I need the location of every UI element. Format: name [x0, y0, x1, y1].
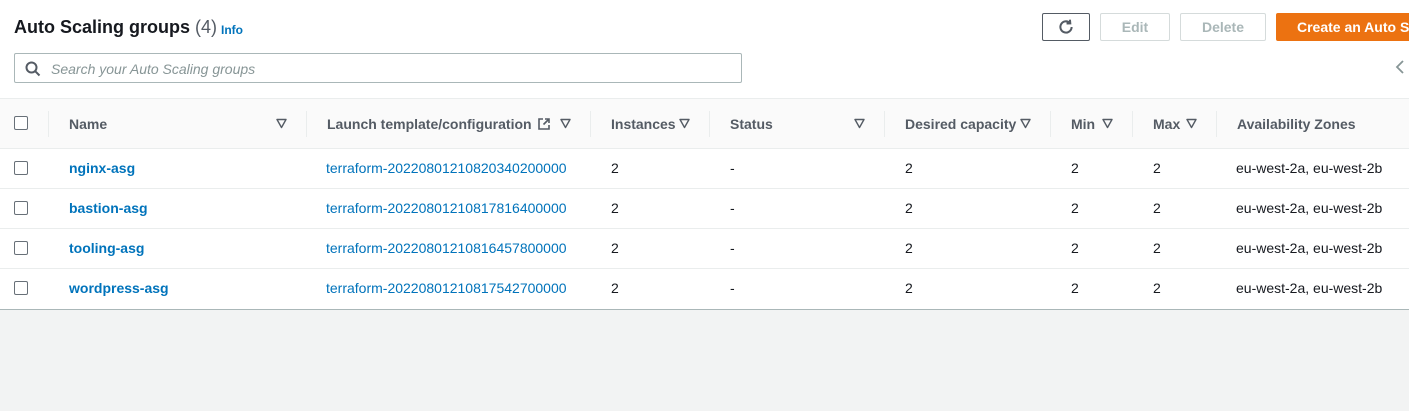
desired-capacity-cell: 2 — [905, 280, 913, 296]
sort-icon[interactable] — [276, 118, 287, 129]
max-cell: 2 — [1153, 280, 1161, 296]
max-cell: 2 — [1153, 200, 1161, 216]
desired-capacity-cell: 2 — [905, 160, 913, 176]
row-checkbox[interactable] — [14, 241, 28, 255]
column-divider — [709, 111, 710, 137]
column-divider — [306, 111, 307, 137]
column-header-name[interactable]: Name — [69, 99, 107, 148]
previous-page-button[interactable] — [1394, 59, 1406, 80]
column-header-launch-template-label: Launch template/configuration — [327, 115, 532, 132]
max-cell: 2 — [1153, 160, 1161, 176]
row-checkbox[interactable] — [14, 201, 28, 215]
external-link-icon — [537, 117, 550, 130]
column-header-instances[interactable]: Instances — [611, 99, 676, 148]
asg-name-link[interactable]: wordpress-asg — [69, 268, 169, 308]
launch-template-link[interactable]: terraform-20220801210817542700000 — [326, 268, 567, 308]
sort-icon[interactable] — [854, 118, 865, 129]
column-header-max[interactable]: Max — [1153, 99, 1180, 148]
sort-icon[interactable] — [1020, 118, 1031, 129]
sort-icon[interactable] — [1102, 118, 1113, 129]
table-row[interactable]: bastion-asg terraform-202208012108178164… — [0, 188, 1409, 229]
instances-cell: 2 — [611, 160, 619, 176]
asg-name-link[interactable]: bastion-asg — [69, 188, 148, 228]
column-divider — [48, 111, 49, 137]
min-cell: 2 — [1071, 200, 1079, 216]
launch-template-link[interactable]: terraform-20220801210817816400000 — [326, 188, 567, 228]
table-row[interactable]: nginx-asg terraform-20220801210820340200… — [0, 148, 1409, 189]
launch-template-link[interactable]: terraform-20220801210816457800000 — [326, 228, 567, 268]
availability-zones-cell: eu-west-2a, eu-west-2b — [1236, 200, 1383, 216]
search-icon — [25, 61, 41, 77]
min-cell: 2 — [1071, 280, 1079, 296]
instances-cell: 2 — [611, 240, 619, 256]
sort-icon[interactable] — [560, 118, 571, 129]
launch-template-link[interactable]: terraform-20220801210820340200000 — [326, 148, 567, 188]
availability-zones-cell: eu-west-2a, eu-west-2b — [1236, 240, 1383, 256]
info-link[interactable]: Info — [221, 23, 243, 37]
row-checkbox[interactable] — [14, 281, 28, 295]
column-divider — [884, 111, 885, 137]
column-divider — [1216, 111, 1217, 137]
max-cell: 2 — [1153, 240, 1161, 256]
column-divider — [1132, 111, 1133, 137]
instances-cell: 2 — [611, 280, 619, 296]
table-row[interactable]: wordpress-asg terraform-2022080121081754… — [0, 268, 1409, 308]
desired-capacity-cell: 2 — [905, 200, 913, 216]
min-cell: 2 — [1071, 160, 1079, 176]
delete-button[interactable]: Delete — [1180, 13, 1266, 41]
auto-scaling-groups-panel: Auto Scaling groups (4) Info Edit Delete… — [0, 0, 1409, 310]
edit-button[interactable]: Edit — [1100, 13, 1170, 41]
group-count: (4) — [195, 17, 218, 37]
page-title-text: Auto Scaling groups — [14, 17, 191, 37]
status-cell: - — [730, 200, 735, 216]
column-divider — [1050, 111, 1051, 137]
sort-icon[interactable] — [679, 118, 690, 129]
column-header-min[interactable]: Min — [1071, 99, 1095, 148]
column-header-launch-template[interactable]: Launch template/configuration — [327, 99, 551, 148]
create-auto-scaling-group-button[interactable]: Create an Auto Scaling group — [1276, 13, 1409, 41]
search-box[interactable] — [14, 53, 742, 84]
refresh-icon — [1059, 19, 1073, 34]
select-all-checkbox[interactable] — [14, 116, 28, 130]
availability-zones-cell: eu-west-2a, eu-west-2b — [1236, 280, 1383, 296]
refresh-button[interactable] — [1042, 13, 1090, 41]
row-checkbox[interactable] — [14, 161, 28, 175]
table-row[interactable]: tooling-asg terraform-202208012108164578… — [0, 228, 1409, 269]
status-cell: - — [730, 160, 735, 176]
column-header-status[interactable]: Status — [730, 99, 773, 148]
desired-capacity-cell: 2 — [905, 240, 913, 256]
status-cell: - — [730, 280, 735, 296]
chevron-left-icon — [1395, 60, 1404, 74]
sort-icon[interactable] — [1186, 118, 1197, 129]
availability-zones-cell: eu-west-2a, eu-west-2b — [1236, 160, 1383, 176]
asg-name-link[interactable]: nginx-asg — [69, 148, 135, 188]
column-header-availability-zones[interactable]: Availability Zones — [1237, 99, 1356, 148]
column-divider — [590, 111, 591, 137]
table-header: Name Launch template/configuration Insta… — [0, 98, 1409, 149]
min-cell: 2 — [1071, 240, 1079, 256]
column-header-desired-capacity[interactable]: Desired capacity — [905, 99, 1016, 148]
asg-name-link[interactable]: tooling-asg — [69, 228, 144, 268]
search-input[interactable] — [49, 54, 733, 84]
status-cell: - — [730, 240, 735, 256]
instances-cell: 2 — [611, 200, 619, 216]
page-title: Auto Scaling groups (4) — [14, 17, 217, 38]
